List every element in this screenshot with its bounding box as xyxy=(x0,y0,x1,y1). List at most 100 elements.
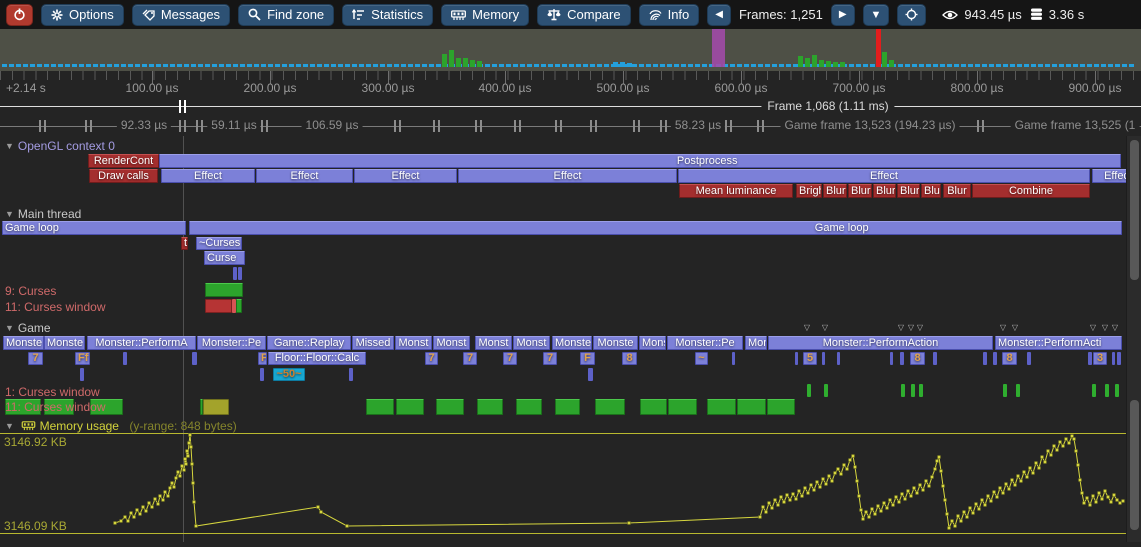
zone-bar-thin[interactable] xyxy=(826,61,831,67)
zone-bar[interactable]: F xyxy=(580,352,595,365)
scrollbar[interactable] xyxy=(1126,136,1141,542)
zone-bar[interactable]: Monst xyxy=(475,336,512,350)
frame-label[interactable]: Frame 1,068 (1.11 ms) xyxy=(761,99,894,113)
zone-bar-thin[interactable] xyxy=(205,283,243,297)
zone-bar[interactable]: ~50~ xyxy=(273,368,305,381)
zone-bar-thin[interactable] xyxy=(238,267,242,280)
zone-bar-thin[interactable] xyxy=(123,352,127,365)
zone-bar-thin[interactable] xyxy=(366,399,394,415)
zone-bar-thin[interactable] xyxy=(890,352,893,365)
zone-bar[interactable]: Game loop xyxy=(2,221,186,235)
zone-bar-thin[interactable] xyxy=(640,399,667,415)
message-marker-icon[interactable]: ▽ xyxy=(1000,323,1006,332)
zone-bar-thin[interactable] xyxy=(993,352,997,365)
zone-bar[interactable]: Blur xyxy=(921,184,941,198)
message-marker-icon[interactable]: ▽ xyxy=(917,323,923,332)
zone-bar-thin[interactable] xyxy=(516,399,542,415)
zone-bar[interactable]: Effect xyxy=(161,169,255,183)
zone-bar[interactable]: Monst xyxy=(513,336,550,350)
zone-bar-thin[interactable] xyxy=(1016,384,1020,397)
zone-bar-thin[interactable] xyxy=(805,58,810,67)
zone-bar[interactable]: Blur xyxy=(848,184,872,198)
zone-bar[interactable]: Mons xyxy=(745,336,767,350)
zone-bar-thin[interactable] xyxy=(1088,352,1092,365)
message-marker-icon[interactable]: ▽ xyxy=(1112,323,1118,332)
zone-bar-thin[interactable] xyxy=(983,352,987,365)
zone-bar-thin[interactable] xyxy=(613,62,618,67)
zone-bar[interactable]: Blur xyxy=(943,184,971,198)
zone-bar[interactable]: Mean luminance xyxy=(679,184,793,198)
statistics-button[interactable]: Statistics xyxy=(342,4,433,26)
focus-frame-button[interactable] xyxy=(897,4,926,26)
zone-bar[interactable]: Monster::PerformA xyxy=(87,336,196,350)
frame-histogram[interactable] xyxy=(0,29,1141,71)
zone-bar-thin[interactable] xyxy=(795,352,798,365)
zone-bar-thin[interactable] xyxy=(555,399,580,415)
zone-bar-thin[interactable] xyxy=(737,399,766,415)
zone-bar-thin[interactable] xyxy=(477,61,482,67)
zone-bar-thin[interactable] xyxy=(900,352,904,365)
zone-bar-thin[interactable] xyxy=(1112,352,1115,365)
zone-bar[interactable]: Monste xyxy=(3,336,44,350)
zone-bar-thin[interactable] xyxy=(595,399,625,415)
zone-bar-thin[interactable] xyxy=(882,52,887,67)
zone-bar[interactable]: 8 xyxy=(622,352,637,365)
zone-bar[interactable]: Curse xyxy=(204,251,245,265)
zone-bar-thin[interactable] xyxy=(901,384,905,397)
zone-bar-thin[interactable] xyxy=(1027,352,1031,365)
zone-bar[interactable]: Effect xyxy=(678,169,1090,183)
zone-bar-thin[interactable] xyxy=(812,55,817,67)
section-main-thread-header[interactable]: ▼Main thread xyxy=(5,207,81,221)
lock-label[interactable]: 9: Curses xyxy=(5,284,56,298)
zone-bar[interactable]: RenderCont xyxy=(88,154,159,168)
zone-bar-thin[interactable] xyxy=(233,267,237,280)
zone-bar-thin[interactable] xyxy=(396,399,424,415)
zone-bar[interactable]: Effect xyxy=(458,169,677,183)
zone-bar-thin[interactable] xyxy=(442,54,447,67)
zone-bar-thin[interactable] xyxy=(712,25,725,67)
zone-bar-thin[interactable] xyxy=(798,56,803,67)
scrollbar-thumb[interactable] xyxy=(1130,140,1139,280)
find-zone-button[interactable]: Find zone xyxy=(238,4,334,26)
lock-label[interactable]: 11: Curses window xyxy=(5,300,106,314)
zone-bar[interactable]: 7 xyxy=(425,352,438,365)
info-button[interactable]: Info xyxy=(639,4,700,26)
zone-bar-thin[interactable] xyxy=(456,58,461,67)
zone-bar-thin[interactable] xyxy=(449,50,454,67)
zone-bar-thin[interactable] xyxy=(349,368,353,381)
zone-bar[interactable]: 7 xyxy=(463,352,477,365)
options-button[interactable]: Options xyxy=(41,4,124,26)
zone-bar-thin[interactable] xyxy=(203,399,229,415)
section-memory-header[interactable]: ▼ Memory usage (y-range: 848 bytes) xyxy=(5,419,237,433)
message-marker-icon[interactable]: ▽ xyxy=(908,323,914,332)
zone-bar-thin[interactable] xyxy=(919,384,923,397)
zone-bar[interactable]: Monster::PerformActi xyxy=(995,336,1122,350)
zone-bar[interactable]: Monster::PerformAction xyxy=(768,336,993,350)
scrollbar-thumb[interactable] xyxy=(1130,400,1139,530)
message-marker-icon[interactable]: ▽ xyxy=(1012,323,1018,332)
zone-bar[interactable]: Monste xyxy=(44,336,85,350)
lock-label[interactable]: 1: Curses window xyxy=(5,385,100,399)
zone-bar[interactable]: 7 xyxy=(28,352,43,365)
message-marker-icon[interactable]: ▽ xyxy=(1102,323,1108,332)
zone-bar-thin[interactable] xyxy=(840,62,845,67)
zone-bar[interactable]: Monst xyxy=(395,336,432,350)
zone-bar-thin[interactable] xyxy=(192,352,197,365)
zone-bar-thin[interactable] xyxy=(1105,384,1109,397)
zone-bar-thin[interactable] xyxy=(470,60,475,67)
frame-marker-row[interactable]: Frame 1,068 (1.11 ms) xyxy=(0,98,1141,116)
zone-bar[interactable]: 8 xyxy=(910,352,925,365)
zone-bar[interactable]: Missed xyxy=(352,336,394,350)
zone-bar[interactable]: Floor::Floor::Calc xyxy=(268,352,366,365)
message-marker-icon[interactable]: ▽ xyxy=(898,323,904,332)
zone-bar[interactable]: Blur xyxy=(897,184,920,198)
messages-button[interactable]: Messages xyxy=(132,4,230,26)
zone-bar-thin[interactable] xyxy=(477,399,503,415)
message-marker-icon[interactable]: ▽ xyxy=(1090,323,1096,332)
zone-bar[interactable]: 7 xyxy=(543,352,557,365)
zone-bar[interactable]: 3 xyxy=(1093,352,1107,365)
zone-bar[interactable]: Monster::Pe xyxy=(667,336,743,350)
zone-bar-thin[interactable] xyxy=(205,299,232,313)
lock-label[interactable]: 11: Curses window xyxy=(5,400,106,414)
zone-bar[interactable]: Draw calls xyxy=(89,169,158,183)
